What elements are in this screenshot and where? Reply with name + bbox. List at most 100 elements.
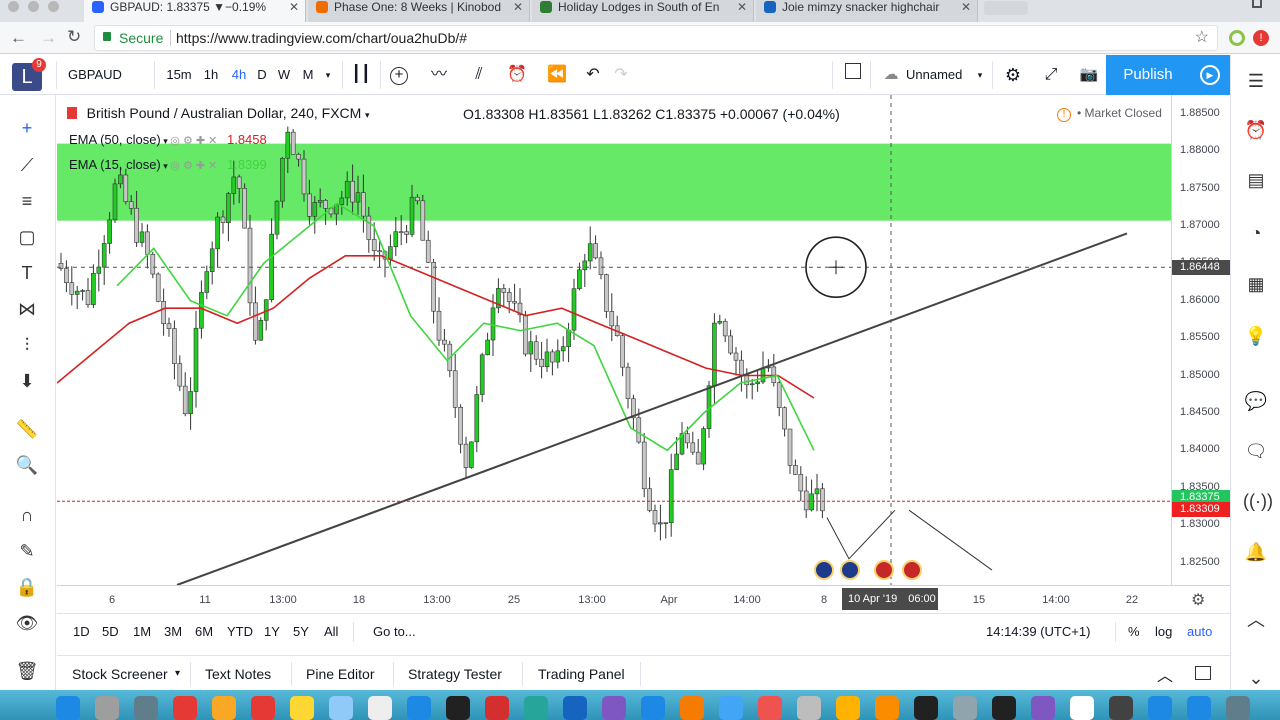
auto-scale-toggle[interactable]: auto <box>1187 624 1212 639</box>
range-3m[interactable]: 3M <box>164 624 182 639</box>
range-5y[interactable]: 5Y <box>293 624 309 639</box>
zoom-in-icon[interactable]: 🔍 <box>14 452 40 478</box>
dock-app-icon[interactable] <box>914 696 938 720</box>
browser-tab-4[interactable]: Joie mimzy snacker highchair ✕ <box>756 0 978 22</box>
dock-app-icon[interactable] <box>95 696 119 720</box>
collapse-chevrons-icon[interactable]: ︿ <box>1243 607 1269 633</box>
range-ytd[interactable]: YTD <box>227 624 253 639</box>
forward-icon[interactable]: → <box>40 28 57 48</box>
close-tab-icon[interactable]: ✕ <box>513 0 523 14</box>
dock-app-icon[interactable] <box>602 696 626 720</box>
text-tool-icon[interactable]: T <box>14 260 40 286</box>
range-1y[interactable]: 1Y <box>264 624 280 639</box>
dock-app-icon[interactable] <box>1148 696 1172 720</box>
dock-app-icon[interactable] <box>407 696 431 720</box>
axis-settings-gear-icon[interactable]: ⚙ <box>1191 590 1205 610</box>
dock-app-icon[interactable] <box>485 696 509 720</box>
publish-arrow-button[interactable]: ▶ <box>1190 55 1230 95</box>
replay-icon[interactable]: ⏪ <box>544 63 570 87</box>
goto-date-button[interactable]: Go to... <box>373 624 416 639</box>
reload-icon[interactable]: ↻ <box>67 27 81 47</box>
redo-icon[interactable]: ↷ <box>610 63 632 87</box>
dock-app-icon[interactable] <box>992 696 1016 720</box>
close-tab-icon[interactable]: ✕ <box>737 0 747 14</box>
crosshair-tool-icon[interactable]: + <box>14 115 40 141</box>
shape-tool-icon[interactable]: ▢ <box>14 224 40 250</box>
panel-maximize-icon[interactable] <box>1195 666 1211 680</box>
dock-app-icon[interactable] <box>953 696 977 720</box>
tab-stock-screener-chevron-icon[interactable]: ▾ <box>175 668 180 679</box>
dock-app-icon[interactable] <box>329 696 353 720</box>
dock-app-icon[interactable] <box>797 696 821 720</box>
ema50-icons[interactable]: ◎ ⚙ ✚ ✕ <box>170 135 217 147</box>
fullscreen-expand-icon[interactable]: ⤢ <box>1038 63 1064 87</box>
pencil-lock-icon[interactable]: ✎ <box>14 538 40 564</box>
tab-strategy-tester[interactable]: Strategy Tester <box>408 666 502 682</box>
dock-app-icon[interactable] <box>1031 696 1055 720</box>
dock-app-icon[interactable] <box>251 696 275 720</box>
range-1d[interactable]: 1D <box>73 624 90 639</box>
lock-drawings-icon[interactable]: 🔒 <box>14 574 40 600</box>
dock-app-icon[interactable] <box>173 696 197 720</box>
tab-trading-panel[interactable]: Trading Panel <box>538 666 625 682</box>
dock-app-icon[interactable] <box>1226 696 1250 720</box>
trash-icon[interactable]: 🗑 <box>14 658 40 684</box>
close-tab-icon[interactable]: ✕ <box>289 0 299 14</box>
dock-app-icon[interactable] <box>56 696 80 720</box>
data-window-icon[interactable]: ▤ <box>1243 167 1269 193</box>
chats-icon[interactable]: 🗨 <box>1243 438 1269 464</box>
interval-d[interactable]: D <box>254 63 270 87</box>
arrow-down-tool-icon[interactable]: ⬇ <box>14 368 40 394</box>
close-tab-icon[interactable]: ✕ <box>961 0 971 14</box>
interval-m[interactable]: M <box>300 63 316 87</box>
layout-chevron-down-icon[interactable]: ▾ <box>974 63 986 87</box>
dock-app-icon[interactable] <box>680 696 704 720</box>
ruler-icon[interactable]: 📏 <box>14 416 40 442</box>
url-field[interactable]: Secure https://www.tradingview.com/chart… <box>94 25 1218 51</box>
bookmark-star-icon[interactable]: ☆ <box>1195 26 1209 50</box>
clock-timezone[interactable]: 14:14:39 (UTC+1) <box>986 624 1090 639</box>
prediction-tool-icon[interactable]: ⫶ <box>14 332 40 358</box>
alert-clock-icon[interactable]: ⏰ <box>504 63 530 87</box>
browser-tab-3[interactable]: Holiday Lodges in South of En ✕ <box>532 0 754 22</box>
dock-app-icon[interactable] <box>641 696 665 720</box>
chart-pane[interactable]: British Pound / Australian Dollar, 240, … <box>57 95 1171 585</box>
compare-icon[interactable]: 〰 <box>426 63 452 87</box>
dock-app-icon[interactable] <box>875 696 899 720</box>
watchlist-icon[interactable]: ☰ <box>1243 68 1269 94</box>
interval-1h[interactable]: 1h <box>198 63 224 87</box>
fullscreen-icon[interactable] <box>1252 0 1262 8</box>
indicators-icon[interactable]: ⫽ <box>466 63 492 87</box>
close-window-icon[interactable] <box>8 1 19 12</box>
range-6m[interactable]: 6M <box>195 624 213 639</box>
dock-app-icon[interactable] <box>1109 696 1133 720</box>
settings-gear-icon[interactable]: ⚙ <box>1000 63 1026 87</box>
undo-icon[interactable]: ↶ <box>582 63 604 87</box>
candles-style-icon[interactable]: ┃┃ <box>350 63 372 87</box>
percent-scale-toggle[interactable]: % <box>1128 624 1140 639</box>
extension-icon[interactable] <box>1229 30 1245 46</box>
log-scale-toggle[interactable]: log <box>1155 624 1172 639</box>
add-indicator-icon[interactable]: + <box>388 63 410 87</box>
new-tab-button[interactable] <box>984 1 1028 15</box>
dock-app-icon[interactable] <box>524 696 548 720</box>
extension-alert-icon[interactable]: ! <box>1253 30 1269 46</box>
dock-app-icon[interactable] <box>290 696 314 720</box>
dock-app-icon[interactable] <box>446 696 470 720</box>
layout-icon[interactable] <box>840 63 866 87</box>
dock-app-icon[interactable] <box>719 696 743 720</box>
tab-stock-screener[interactable]: Stock Screener <box>72 666 168 682</box>
hotlist-icon[interactable]: ◔ <box>1243 220 1269 246</box>
ema50-legend[interactable]: EMA (50, close) ▾ ◎ ⚙ ✚ ✕ 1.8458 <box>69 132 267 147</box>
publish-button[interactable]: Publish <box>1106 55 1190 95</box>
calendar-icon[interactable]: ▦ <box>1243 271 1269 297</box>
tab-pine-editor[interactable]: Pine Editor <box>306 666 374 682</box>
range-1m[interactable]: 1M <box>133 624 151 639</box>
dock-app-icon[interactable] <box>563 696 587 720</box>
magnet-icon[interactable]: ∩ <box>14 502 40 528</box>
ema15-legend[interactable]: EMA (15, close) ▾ ◎ ⚙ ✚ ✕ 1.8399 <box>69 157 267 172</box>
range-all[interactable]: All <box>324 624 338 639</box>
dock-app-icon[interactable] <box>212 696 236 720</box>
range-5d[interactable]: 5D <box>102 624 119 639</box>
interval-4h[interactable]: 4h <box>226 63 252 87</box>
